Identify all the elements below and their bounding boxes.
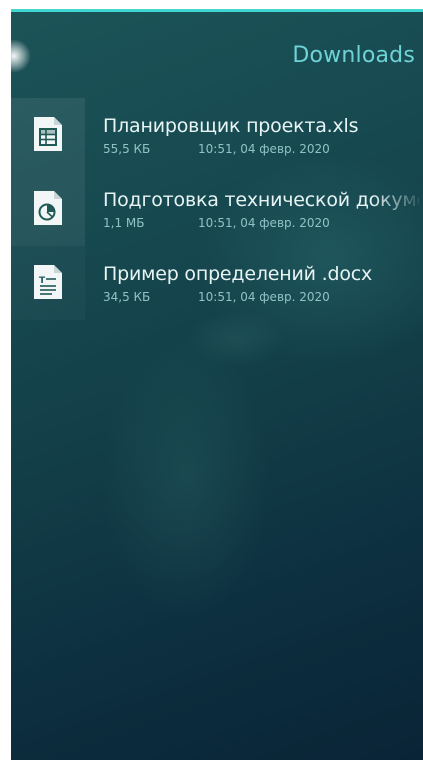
file-date: 10:51, 04 февр. 2020	[198, 142, 330, 156]
downloads-screen: Downloads Планировщик проекта.xls 55,5 К…	[11, 9, 423, 760]
file-name: Пример определений .docx	[103, 263, 373, 285]
status-accent-bar	[11, 9, 423, 12]
pulley-menu-indicator[interactable]	[11, 39, 31, 73]
file-meta: 1,1 МБ 10:51, 04 февр. 2020	[103, 216, 330, 230]
file-icon-box	[11, 98, 85, 172]
list-item[interactable]: Планировщик проекта.xls 55,5 КБ 10:51, 04…	[11, 98, 423, 172]
file-list: Планировщик проекта.xls 55,5 КБ 10:51, 04…	[11, 98, 423, 320]
presentation-chart-icon	[34, 191, 62, 225]
spreadsheet-icon	[34, 117, 62, 151]
file-date: 10:51, 04 февр. 2020	[198, 290, 330, 304]
file-size: 34,5 КБ	[103, 290, 151, 304]
file-meta: 34,5 КБ 10:51, 04 февр. 2020	[103, 290, 330, 304]
file-size: 55,5 КБ	[103, 142, 151, 156]
file-meta: 55,5 КБ 10:51, 04 февр. 2020	[103, 142, 330, 156]
list-item[interactable]: Подготовка технической документации.pdf …	[11, 172, 423, 246]
file-date: 10:51, 04 февр. 2020	[198, 216, 330, 230]
text-document-icon: T	[34, 265, 62, 299]
svg-text:T: T	[39, 276, 46, 286]
file-icon-box: T	[11, 246, 85, 320]
page-title: Downloads	[292, 43, 415, 68]
file-name: Планировщик проекта.xls	[103, 115, 359, 137]
file-name: Подготовка технической документации.pdf	[103, 189, 419, 211]
list-item[interactable]: T Пример определений .docx 34,5 КБ 10:51,…	[11, 246, 423, 320]
file-size: 1,1 МБ	[103, 216, 145, 230]
file-icon-box	[11, 172, 85, 246]
